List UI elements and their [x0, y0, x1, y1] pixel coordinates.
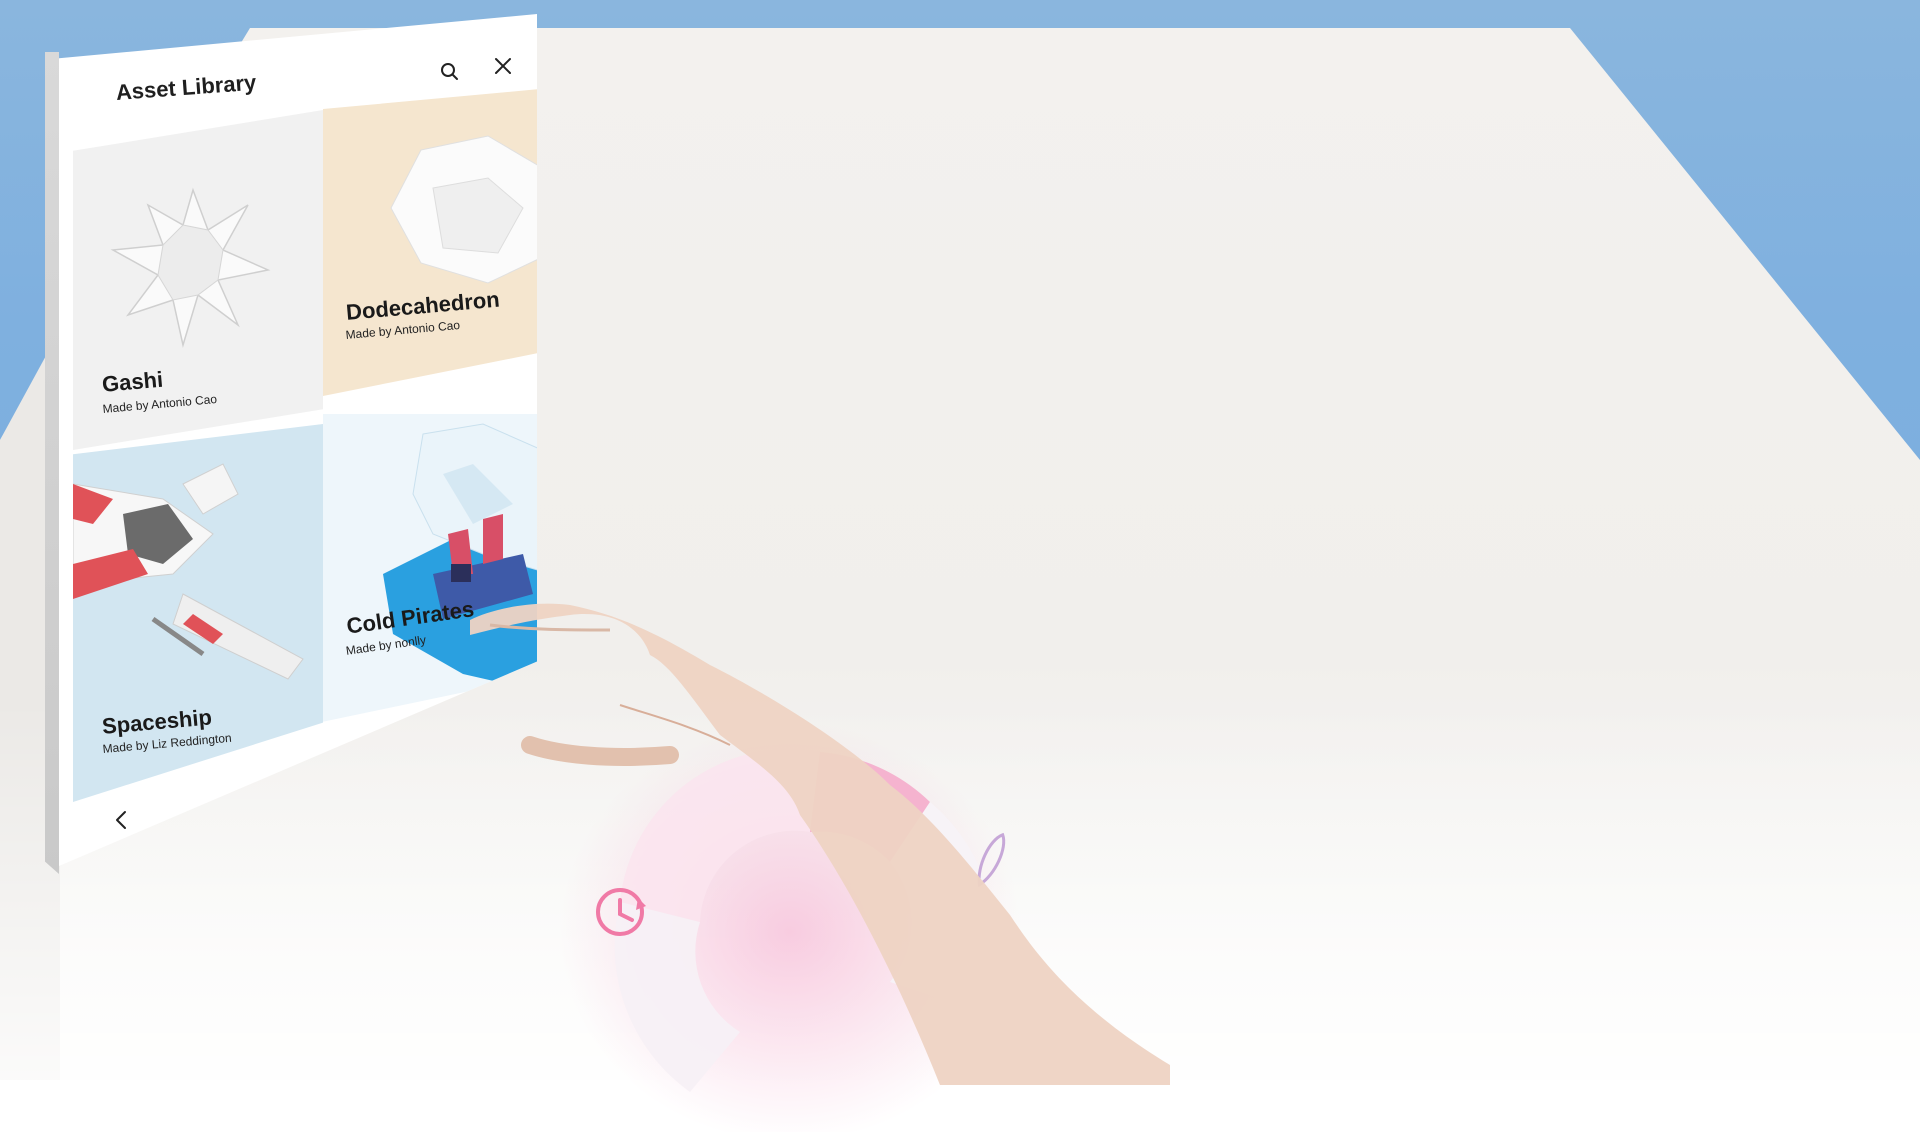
- panel-title: Asset Library: [115, 69, 258, 105]
- close-icon: [495, 58, 511, 74]
- asset-tile-gashi[interactable]: Gashi Made by Antonio Cao: [73, 110, 323, 450]
- panel-edge: [45, 52, 59, 874]
- dodecahedron-thumbnail: [390, 135, 537, 284]
- asset-tile-dodecahedron[interactable]: Dodecahedron Made by Antonio Cao: [323, 88, 537, 396]
- user-hand: [470, 603, 1170, 1085]
- asset-tile-spaceship[interactable]: Spaceship Made by Liz Reddington: [73, 424, 323, 802]
- chevron-left-icon: [116, 811, 126, 829]
- panel-face: Gashi Made by Antonio Cao Dodecahedron M…: [59, 14, 537, 866]
- asset-library-panel: Gashi Made by Antonio Cao Dodecahedron M…: [45, 14, 537, 874]
- previous-page-button[interactable]: [107, 806, 135, 834]
- close-button[interactable]: [487, 50, 519, 82]
- ar-scene: Gashi Made by Antonio Cao Dodecahedron M…: [0, 0, 1920, 1132]
- search-button[interactable]: [434, 56, 466, 88]
- search-icon: [441, 63, 458, 80]
- asset-name: Gashi: [101, 366, 165, 397]
